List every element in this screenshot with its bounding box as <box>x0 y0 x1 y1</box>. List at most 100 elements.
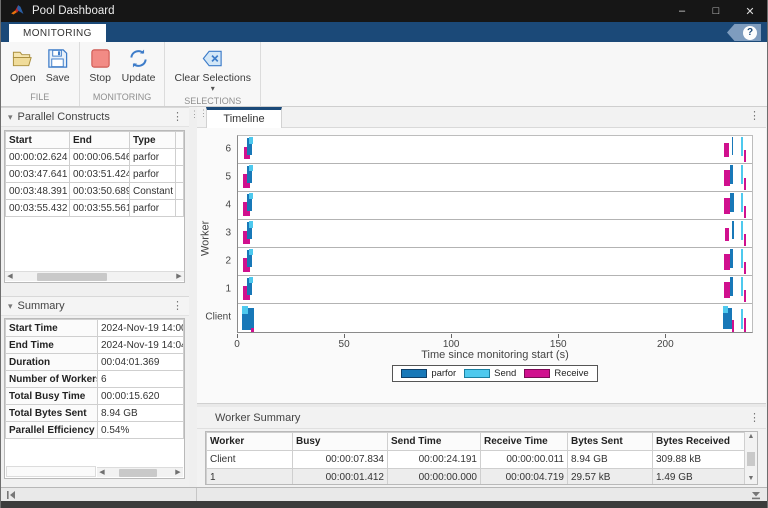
timeline-bar-send[interactable] <box>242 306 248 314</box>
timeline-bar-send[interactable] <box>741 277 743 296</box>
ribbon-group-monitoring: Stop Update MONITORING <box>80 42 166 106</box>
timeline-bar-send[interactable] <box>741 221 743 240</box>
summary-value: 0.54% <box>98 422 184 439</box>
timeline-bar-send[interactable] <box>249 193 253 199</box>
ytick-label: Client <box>205 312 231 323</box>
group-label-file: FILE <box>1 90 79 106</box>
help-button[interactable]: ? <box>727 24 761 41</box>
collapse-bottom-panel-icon[interactable] <box>751 490 761 500</box>
minimize-button[interactable]: – <box>665 0 699 22</box>
timeline-bar-receive[interactable] <box>744 234 745 246</box>
close-button[interactable]: ✕ <box>733 0 767 22</box>
timeline-bar-receive[interactable] <box>724 143 729 157</box>
collapse-caret-icon[interactable]: ▾ <box>8 301 13 312</box>
open-button[interactable]: Open <box>7 45 39 90</box>
group-label-monitoring: MONITORING <box>80 90 165 106</box>
timeline-xlabel: Time since monitoring start (s) <box>237 349 753 361</box>
col-bytes-sent: Bytes Sent <box>568 433 653 451</box>
col-receive-time: Receive Time <box>481 433 568 451</box>
table-header-row: WorkerBusySend TimeReceive TimeBytes Sen… <box>207 433 745 451</box>
table-row[interactable]: 00:03:48.39100:03:50.689Constant <box>6 183 184 200</box>
timeline-tabbar: ⋮⋮ Timeline ⋮ <box>197 107 766 128</box>
timeline-bar-send[interactable] <box>723 306 728 313</box>
timeline-bar-send[interactable] <box>249 137 253 144</box>
scroll-up-icon[interactable]: ▲ <box>748 432 755 442</box>
worker-summary-panel: Worker Summary ⋮ WorkerBusySend TimeRece… <box>197 407 766 487</box>
stop-button[interactable]: Stop <box>86 45 115 90</box>
cell: 8.94 GB <box>568 451 653 469</box>
clear-selections-button[interactable]: Clear Selections ▾ <box>171 45 253 94</box>
timeline-bar-receive[interactable] <box>725 228 729 241</box>
tab-timeline[interactable]: Timeline <box>206 107 282 128</box>
maximize-button[interactable]: □ <box>699 0 733 22</box>
xtick-mark <box>237 334 238 338</box>
scroll-right-icon[interactable]: ▶ <box>173 468 183 478</box>
kebab-menu-icon[interactable]: ⋮ <box>749 413 760 423</box>
cell: 00:00:24.191 <box>388 451 481 469</box>
worker-summary-table: WorkerBusySend TimeReceive TimeBytes Sen… <box>205 431 758 485</box>
timeline-bar-receive[interactable] <box>744 178 745 190</box>
timeline-bar-receive[interactable] <box>251 328 254 332</box>
summary-value: 2024-Nov-19 14:04:48.9 <box>98 337 184 354</box>
timeline-bar-receive[interactable] <box>744 290 745 302</box>
collapse-left-panel-icon[interactable] <box>6 490 16 500</box>
timeline-bar-parfor[interactable] <box>732 221 734 239</box>
scroll-down-icon[interactable]: ▼ <box>748 474 755 484</box>
timeline-bar-receive[interactable] <box>744 262 745 274</box>
timeline-bar-parfor[interactable] <box>730 193 734 212</box>
timeline-bar-send[interactable] <box>249 277 253 283</box>
update-button[interactable]: Update <box>119 45 159 90</box>
legend-label: Send <box>494 368 516 379</box>
ribbon-group-selections: Clear Selections ▾ SELECTIONS <box>165 42 260 106</box>
summary-corner-cell <box>6 466 96 477</box>
cell <box>176 183 184 200</box>
timeline-bar-receive[interactable] <box>732 320 734 332</box>
legend-swatch-receive <box>524 369 550 378</box>
timeline-row-3 <box>238 220 752 248</box>
table-row[interactable]: 00:00:02.62400:00:06.546parfor <box>6 149 184 166</box>
timeline-bar-parfor[interactable] <box>732 137 734 155</box>
timeline-row-1 <box>238 276 752 304</box>
table-row[interactable]: 00:03:47.64100:03:51.424parfor <box>6 166 184 183</box>
ws-vertical-scrollbar[interactable]: ▲ ▼ <box>744 432 757 484</box>
cell: Constant <box>130 183 176 200</box>
summary-title: Summary <box>18 300 65 312</box>
table-row[interactable]: 100:00:01.41200:00:00.00000:00:04.71929.… <box>207 469 745 485</box>
save-button[interactable]: Save <box>43 45 73 90</box>
kebab-menu-icon[interactable]: ⋮ <box>172 301 183 311</box>
legend-swatch-parfor <box>401 369 427 378</box>
scroll-right-icon[interactable]: ▶ <box>174 272 184 282</box>
scroll-left-icon[interactable]: ◀ <box>5 272 15 282</box>
collapse-caret-icon[interactable]: ▾ <box>8 112 13 123</box>
timeline-bar-send[interactable] <box>741 193 743 212</box>
timeline-bar-send[interactable] <box>741 165 743 184</box>
timeline-bar-receive[interactable] <box>744 318 746 332</box>
kebab-menu-icon[interactable]: ⋮ <box>172 112 183 122</box>
pc-horizontal-scrollbar[interactable]: ◀ ▶ <box>5 271 184 281</box>
timeline-bar-send[interactable] <box>741 309 743 330</box>
timeline-row-6 <box>238 136 752 164</box>
timeline-bar-receive[interactable] <box>744 206 745 218</box>
table-row[interactable]: 00:03:55.43200:03:55.561parfor <box>6 200 184 217</box>
tab-monitoring[interactable]: MONITORING <box>9 24 106 42</box>
kebab-menu-icon[interactable]: ⋮ <box>749 111 760 121</box>
timeline-bar-send[interactable] <box>741 249 743 268</box>
timeline-bar-send[interactable] <box>249 249 253 255</box>
timeline-bar-send[interactable] <box>249 221 253 228</box>
summary-row: Duration00:04:01.369 <box>6 354 184 371</box>
summary-label: Total Bytes Sent <box>6 405 98 422</box>
summary-horizontal-scrollbar[interactable]: ◀ ▶ <box>97 467 183 477</box>
timeline-bar-send[interactable] <box>741 137 743 156</box>
table-row[interactable]: Client00:00:07.83400:00:24.19100:00:00.0… <box>207 451 745 469</box>
cell: 00:00:01.412 <box>293 469 388 485</box>
timeline-legend: parforSendReceive <box>237 365 753 382</box>
dropdown-caret-icon[interactable]: ▾ <box>211 86 215 92</box>
timeline-bar-parfor[interactable] <box>730 249 734 268</box>
timeline-bar-receive[interactable] <box>744 150 745 162</box>
cell <box>176 166 184 183</box>
scroll-left-icon[interactable]: ◀ <box>97 468 107 478</box>
timeline-bar-parfor[interactable] <box>730 277 734 296</box>
panel-splitter-vertical[interactable]: ⋮⋮ <box>189 107 197 487</box>
timeline-bar-parfor[interactable] <box>730 165 734 184</box>
timeline-bar-send[interactable] <box>249 165 253 171</box>
